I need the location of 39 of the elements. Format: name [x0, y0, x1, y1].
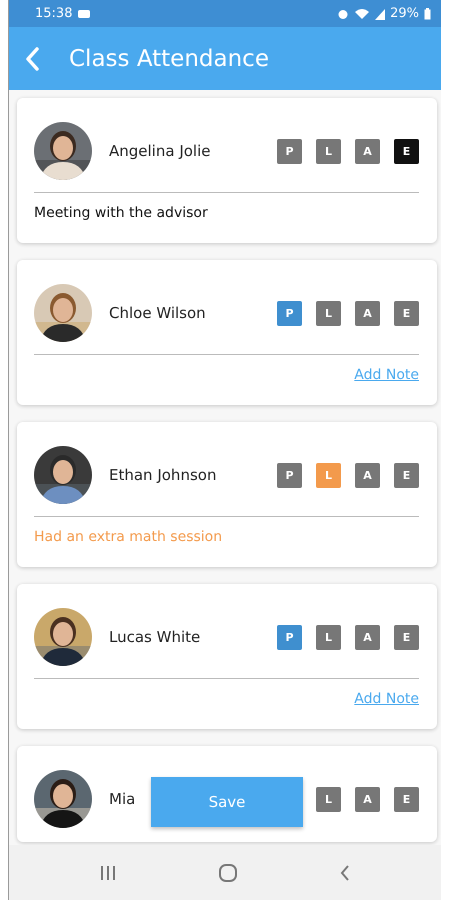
page-title: Class Attendance — [69, 46, 269, 72]
status-toggle[interactable]: P — [277, 138, 302, 164]
status-toggle[interactable]: E — [394, 462, 419, 488]
back-nav-icon[interactable] — [340, 864, 350, 880]
status-toggle[interactable]: L — [316, 624, 341, 650]
student-name: Angelina Jolie — [109, 142, 210, 160]
battery-icon — [424, 8, 431, 20]
student-name: Chloe Wilson — [109, 304, 206, 322]
status-toggle[interactable]: A — [355, 300, 380, 326]
status-toggle[interactable]: P — [277, 462, 302, 488]
status-toggle[interactable]: A — [355, 786, 380, 812]
status-toggle[interactable]: A — [355, 138, 380, 164]
note-text: Meeting with the advisor — [34, 205, 209, 223]
status-toggle[interactable]: L — [316, 138, 341, 164]
status-time: 15:38 — [35, 6, 72, 21]
notification-icon — [77, 8, 92, 18]
status-toggle[interactable]: A — [355, 624, 380, 650]
status-toggle[interactable]: E — [394, 138, 419, 164]
back-icon[interactable] — [25, 46, 39, 70]
add-note-link[interactable]: Add Note — [354, 691, 419, 707]
home-icon[interactable] — [218, 864, 237, 882]
battery-percent: 29% — [390, 6, 419, 21]
add-note-link[interactable]: Add Note — [354, 367, 419, 383]
save-button[interactable]: Save — [151, 777, 303, 827]
status-toggle[interactable]: P — [277, 624, 302, 650]
wifi-icon — [354, 8, 370, 20]
status-toggle[interactable]: L — [316, 786, 341, 812]
status-toggle[interactable]: P — [277, 300, 302, 326]
recent-apps-icon[interactable] — [100, 866, 116, 880]
signal-icon — [375, 8, 386, 20]
student-name: Lucas White — [109, 628, 200, 646]
student-name: Ethan Johnson — [109, 466, 216, 484]
status-toggle[interactable]: E — [394, 786, 419, 812]
status-toggle[interactable]: L — [316, 300, 341, 326]
student-name: Mia — [109, 790, 136, 808]
note-text: Had an extra math session — [34, 529, 224, 547]
status-toggle[interactable]: E — [394, 624, 419, 650]
status-toggle[interactable]: E — [394, 300, 419, 326]
status-toggle[interactable]: A — [355, 462, 380, 488]
